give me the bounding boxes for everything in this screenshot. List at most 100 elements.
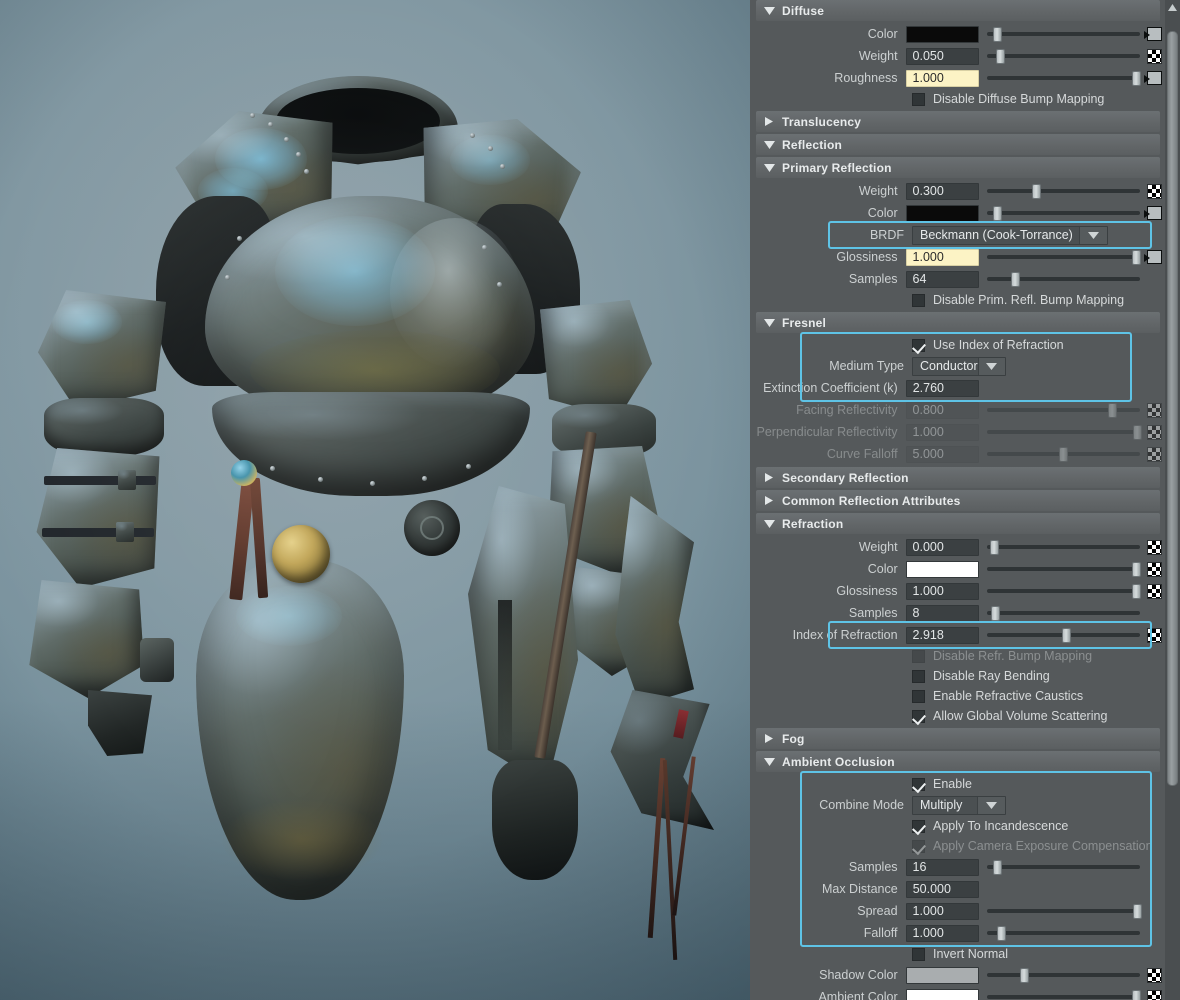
section-header-ambient-occlusion[interactable]: Ambient Occlusion	[756, 751, 1160, 772]
color-swatch[interactable]	[905, 204, 979, 222]
expand-triangle-icon[interactable]	[756, 473, 782, 482]
checkbox[interactable]	[912, 293, 925, 307]
value-slider[interactable]	[986, 967, 1141, 984]
value-slider[interactable]	[986, 859, 1140, 876]
value-field[interactable]: 0.300	[905, 182, 979, 200]
attribute-row[interactable]: BRDF Beckmann (Cook-Torrance)	[750, 224, 1164, 246]
slider-handle[interactable]	[1131, 249, 1141, 265]
connect-input-icon[interactable]	[1144, 70, 1164, 87]
slider-handle[interactable]	[989, 539, 999, 555]
attribute-row[interactable]: Falloff 1.000	[750, 922, 1164, 944]
attribute-row[interactable]: Roughness 1.000	[750, 67, 1164, 89]
checkbox-row[interactable]: Disable Prim. Refl. Bump Mapping	[750, 290, 1164, 310]
value-field[interactable]: 1.000	[905, 248, 979, 266]
expand-triangle-icon[interactable]	[756, 734, 782, 743]
expand-triangle-icon[interactable]	[756, 117, 782, 126]
attribute-row[interactable]: Color	[750, 558, 1164, 580]
value-field[interactable]: 2.918	[905, 626, 979, 644]
attribute-row[interactable]: Extinction Coefficient (k) 2.760	[750, 377, 1164, 399]
slider-handle[interactable]	[1133, 424, 1143, 440]
value-slider[interactable]	[986, 583, 1141, 600]
color-swatch[interactable]	[905, 25, 979, 43]
value-field[interactable]: 16	[905, 858, 979, 876]
checkbox[interactable]	[912, 947, 925, 961]
checkbox[interactable]	[912, 819, 925, 833]
slider-handle[interactable]	[1107, 402, 1117, 418]
texture-map-icon[interactable]	[1147, 989, 1164, 1000]
slider-handle[interactable]	[1131, 583, 1141, 599]
attribute-row[interactable]: Color	[750, 202, 1164, 224]
slider-handle[interactable]	[997, 925, 1007, 941]
section-header-fresnel[interactable]: Fresnel	[756, 312, 1160, 333]
value-field[interactable]: 5.000	[905, 445, 979, 463]
value-slider[interactable]	[986, 424, 1143, 441]
material-attribute-panel[interactable]: Diffuse Color Weight 0.050 Roughness 1.000 Dis…	[750, 0, 1180, 1000]
scroll-up-arrow-icon[interactable]	[1167, 2, 1178, 13]
checkbox-row[interactable]: Allow Global Volume Scattering	[750, 706, 1164, 726]
value-slider[interactable]	[986, 26, 1141, 43]
attribute-row[interactable]: Samples 64	[750, 268, 1164, 290]
checkbox-row[interactable]: Disable Ray Bending	[750, 666, 1164, 686]
value-field[interactable]: 0.050	[905, 47, 979, 65]
checkbox[interactable]	[912, 689, 925, 703]
attribute-row[interactable]: Weight 0.000	[750, 536, 1164, 558]
collapse-triangle-icon[interactable]	[756, 163, 782, 172]
texture-map-icon[interactable]	[1147, 539, 1164, 556]
collapse-triangle-icon[interactable]	[756, 757, 782, 766]
slider-handle[interactable]	[992, 859, 1002, 875]
section-header-diffuse[interactable]: Diffuse	[756, 0, 1160, 21]
attribute-row[interactable]: Weight 0.050	[750, 45, 1164, 67]
attribute-row[interactable]: Weight 0.300	[750, 180, 1164, 202]
slider-handle[interactable]	[1062, 627, 1072, 643]
slider-handle[interactable]	[1131, 561, 1141, 577]
value-slider[interactable]	[986, 249, 1141, 266]
connect-input-icon[interactable]	[1144, 249, 1164, 266]
checkbox[interactable]	[912, 839, 925, 853]
panel-scrollbar[interactable]	[1165, 0, 1180, 1000]
attribute-row[interactable]: Index of Refraction 2.918	[750, 624, 1164, 646]
value-field[interactable]: 0.800	[905, 401, 979, 419]
slider-handle[interactable]	[1059, 446, 1069, 462]
texture-map-icon[interactable]	[1147, 446, 1164, 463]
value-slider[interactable]	[986, 48, 1140, 65]
section-header-secondary-reflection[interactable]: Secondary Reflection	[756, 467, 1160, 488]
connect-input-icon[interactable]	[1144, 26, 1164, 43]
value-slider[interactable]	[986, 627, 1140, 644]
attribute-row[interactable]: Ambient Color	[750, 986, 1164, 1000]
slider-handle[interactable]	[1133, 903, 1143, 919]
checkbox-row[interactable]: Apply To Incandescence	[750, 816, 1164, 836]
slider-handle[interactable]	[995, 48, 1005, 64]
value-slider[interactable]	[986, 903, 1143, 920]
texture-map-icon[interactable]	[1147, 627, 1164, 644]
slider-handle[interactable]	[992, 26, 1002, 42]
collapse-triangle-icon[interactable]	[756, 140, 782, 149]
section-header-fog[interactable]: Fog	[756, 728, 1160, 749]
checkbox[interactable]	[912, 709, 925, 723]
value-slider[interactable]	[986, 605, 1140, 622]
slider-handle[interactable]	[1019, 967, 1029, 983]
collapse-triangle-icon[interactable]	[756, 6, 782, 15]
value-slider[interactable]	[986, 989, 1141, 1000]
section-header-refraction[interactable]: Refraction	[756, 513, 1160, 534]
slider-handle[interactable]	[1131, 70, 1141, 86]
checkbox[interactable]	[912, 777, 925, 791]
texture-map-icon[interactable]	[1147, 402, 1164, 419]
texture-map-icon[interactable]	[1147, 48, 1164, 65]
slider-handle[interactable]	[1010, 271, 1020, 287]
value-slider[interactable]	[986, 925, 1140, 942]
chevron-down-icon[interactable]	[1079, 226, 1107, 244]
dropdown-brdf[interactable]: Beckmann (Cook-Torrance)	[912, 225, 1108, 245]
checkbox-row[interactable]: Enable	[750, 774, 1164, 794]
3d-viewport[interactable]	[0, 0, 750, 1000]
attribute-row[interactable]: Perpendicular Reflectivity 1.000	[750, 421, 1164, 443]
slider-handle[interactable]	[1131, 989, 1141, 1000]
value-field[interactable]: 1.000	[905, 423, 979, 441]
color-swatch[interactable]	[905, 988, 979, 1000]
value-slider[interactable]	[986, 561, 1141, 578]
dropdown-combine-mode[interactable]: Multiply	[912, 795, 1006, 815]
checkbox[interactable]	[912, 669, 925, 683]
dropdown-medium-type[interactable]: Conductor	[912, 356, 1006, 376]
checkbox[interactable]	[912, 649, 925, 663]
attribute-row[interactable]: Medium Type Conductor	[750, 355, 1164, 377]
attribute-row[interactable]: Shadow Color	[750, 964, 1164, 986]
